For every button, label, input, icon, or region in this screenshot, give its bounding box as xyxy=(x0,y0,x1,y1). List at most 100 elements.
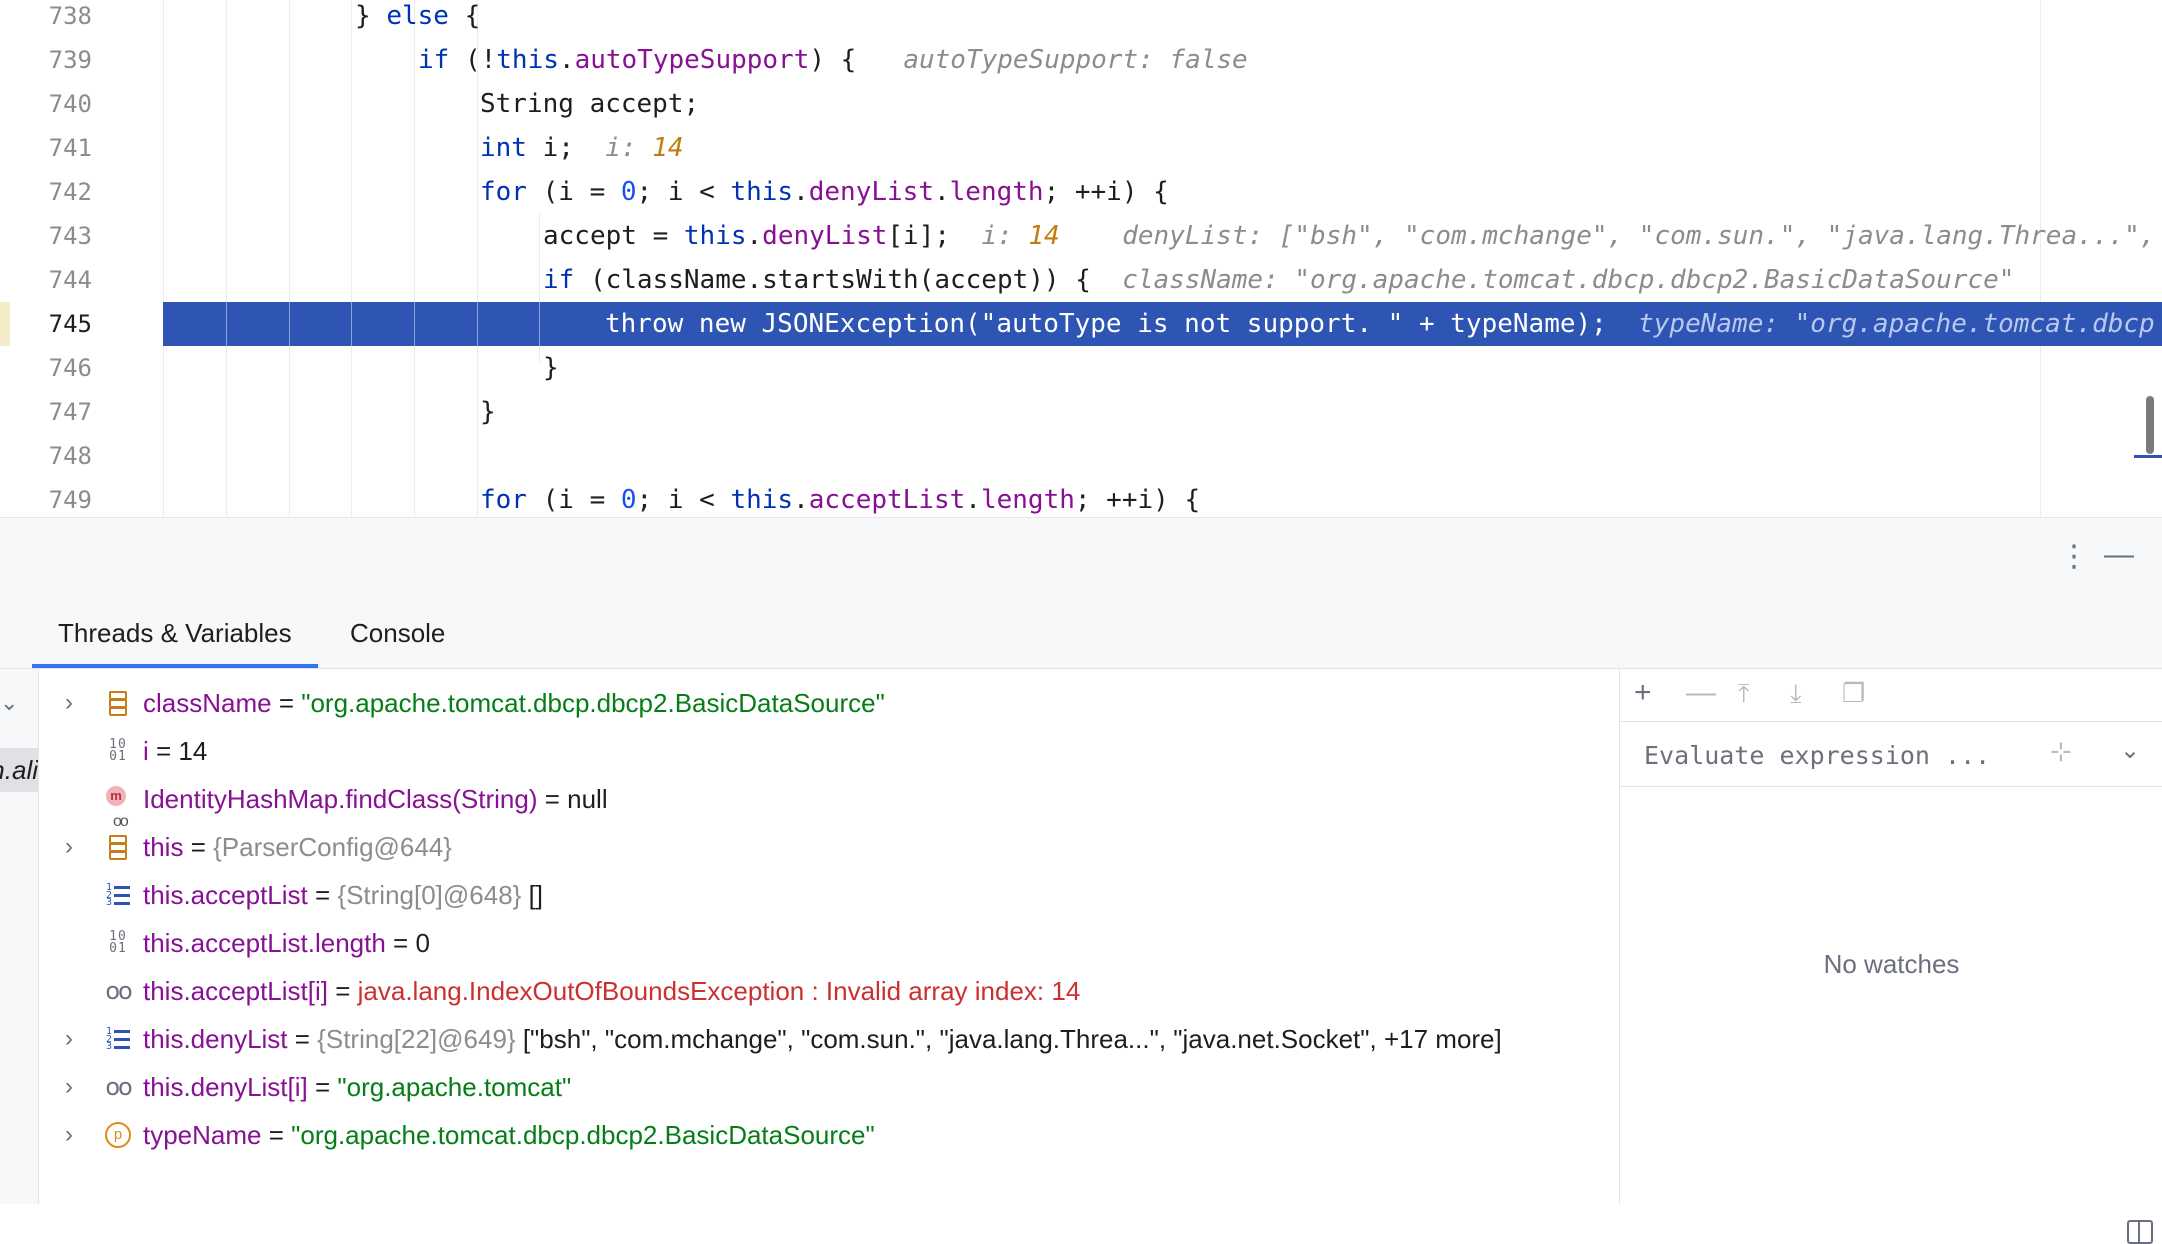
variable-name: this xyxy=(143,832,184,862)
code-line-741[interactable]: int i; i: 14 xyxy=(480,126,684,170)
variable-row[interactable]: 123 this.acceptList = {String[0]@648} [] xyxy=(39,871,1619,919)
code-line-739[interactable]: if (!this.autoTypeSupport) { autoTypeSup… xyxy=(418,38,1248,82)
variable-row[interactable]: › 123 this.denyList = {String[22]@649} [… xyxy=(39,1015,1619,1063)
code-line-749[interactable]: for (i = 0; i < this.acceptList.length; … xyxy=(480,478,1200,517)
indent-guide xyxy=(351,302,352,346)
indent-guide xyxy=(163,0,164,517)
variable-equals: = xyxy=(271,688,302,718)
variable-equals: = xyxy=(261,1120,292,1150)
inline-value-hint: typeName: "org.apache.tomcat.dbcp xyxy=(1638,309,2155,339)
variable-row[interactable]: › className = "org.apache.tomcat.dbcp.db… xyxy=(39,679,1619,727)
variable-value: 14 xyxy=(178,736,208,766)
selected-frame[interactable]: n.ali xyxy=(0,748,38,792)
copy-icon[interactable]: ❐ xyxy=(1842,677,1865,709)
line-number[interactable]: 743 xyxy=(20,214,92,258)
line-number[interactable]: 739 xyxy=(20,38,92,82)
code-line-742[interactable]: for (i = 0; i < this.denyList.length; ++… xyxy=(480,170,1169,214)
variable-row[interactable]: › this = {ParserConfig@644} xyxy=(39,823,1619,871)
code-line-743[interactable]: accept = this.denyList[i]; i: 14 denyLis… xyxy=(543,214,2155,258)
code-editor[interactable]: 738 739 740 741 742 743 744 745 746 747 … xyxy=(0,0,2162,518)
variables-tree[interactable]: › className = "org.apache.tomcat.dbcp.db… xyxy=(39,669,1619,1204)
current-line-marker xyxy=(0,302,10,346)
indent-guide xyxy=(414,0,415,517)
chevron-right-icon[interactable]: › xyxy=(65,1015,87,1063)
code-token: { xyxy=(448,1,481,31)
code-token: [i]; xyxy=(887,221,951,251)
line-number[interactable]: 747 xyxy=(20,390,92,434)
code-number: 0 xyxy=(620,485,637,515)
variable-name: typeName xyxy=(143,1120,262,1150)
tab-console[interactable]: Console xyxy=(324,598,471,668)
code-token: } xyxy=(355,1,387,31)
inline-value-hint: i: xyxy=(605,133,637,163)
vertical-ellipsis-icon[interactable]: ⋮ xyxy=(2059,542,2089,572)
variable-name: this.denyList xyxy=(143,1024,288,1054)
chevron-right-icon[interactable]: › xyxy=(65,1111,87,1159)
line-number[interactable]: 744 xyxy=(20,258,92,302)
no-watches-label: No watches xyxy=(1823,949,1960,979)
variable-equals: = xyxy=(385,928,416,958)
code-line-746[interactable]: } xyxy=(543,346,559,390)
line-number[interactable]: 746 xyxy=(20,346,92,390)
list-icon: 123 xyxy=(105,882,131,908)
line-number[interactable]: 738 xyxy=(20,0,92,38)
variable-row[interactable]: 10 01 this.acceptList.length = 0 xyxy=(39,919,1619,967)
code-keyword: this xyxy=(683,221,747,251)
debug-tool-header: ⋮ — xyxy=(0,518,2162,598)
move-down-icon[interactable]: ⤓ xyxy=(1790,677,1802,709)
variable-equals: = xyxy=(287,1024,318,1054)
code-line-740[interactable]: String accept; xyxy=(480,82,699,126)
variable-row[interactable]: 10 01 i = 14 xyxy=(39,727,1619,775)
code-token: . xyxy=(965,485,981,515)
list-icon: 123 xyxy=(105,1026,131,1052)
variable-value: 0 xyxy=(415,928,430,958)
chevron-down-icon[interactable]: ⌄ xyxy=(0,690,18,716)
chevron-right-icon[interactable]: › xyxy=(65,823,87,871)
layout-split-icon[interactable] xyxy=(2127,1220,2153,1244)
add-to-watches-icon[interactable]: ⊹ xyxy=(2050,736,2072,767)
right-margin-guide xyxy=(2040,0,2041,517)
indent-guide xyxy=(226,302,227,346)
variable-value: ["bsh", "com.mchange", "com.sun.", "java… xyxy=(515,1024,1502,1054)
code-token: accept = xyxy=(543,221,684,251)
evaluate-expression-input[interactable] xyxy=(1642,734,2026,776)
code-line-747[interactable]: } xyxy=(480,390,496,434)
variable-row[interactable]: › p typeName = "org.apache.tomcat.dbcp.d… xyxy=(39,1111,1619,1159)
variable-row[interactable]: m oo IdentityHashMap.findClass(String) = … xyxy=(39,775,1619,830)
remove-watch-icon[interactable]: — xyxy=(1686,677,1716,709)
line-number[interactable]: 741 xyxy=(20,126,92,170)
line-number[interactable]: 749 xyxy=(20,478,92,517)
variable-equals: = xyxy=(327,976,358,1006)
line-gutter[interactable]: 738 739 740 741 742 743 744 745 746 747 … xyxy=(0,0,130,517)
line-number[interactable]: 742 xyxy=(20,170,92,214)
chevron-right-icon[interactable]: › xyxy=(65,1063,87,1111)
inline-value-hint: i: xyxy=(981,221,1013,251)
tab-threads-variables[interactable]: Threads & Variables xyxy=(32,598,318,668)
line-number-current[interactable]: 745 xyxy=(20,302,92,346)
code-token: i; xyxy=(526,133,574,163)
variable-equals: = xyxy=(183,832,214,862)
code-token: } xyxy=(480,397,496,427)
code-token: . xyxy=(793,485,809,515)
inline-value-hint: denyList: ["bsh", "com.mchange", "com.su… xyxy=(1122,221,2156,251)
variable-value: "org.apache.tomcat.dbcp.dbcp2.BasicDataS… xyxy=(291,1120,875,1150)
code-keyword: else xyxy=(386,1,449,31)
evaluate-expression-box: ⊹ ⌄ xyxy=(1620,721,2162,787)
watches-toolbar: + — ⤒ ⤓ ❐ xyxy=(1620,669,2162,719)
code-line-744[interactable]: if (className.startsWith(accept)) { clas… xyxy=(543,258,2014,302)
add-watch-icon[interactable]: + xyxy=(1634,677,1652,709)
inline-value-hint: autoTypeSupport: false xyxy=(903,45,1248,75)
code-token: . xyxy=(558,45,575,75)
chevron-right-icon[interactable]: › xyxy=(65,679,87,727)
move-up-icon[interactable]: ⤒ xyxy=(1738,677,1750,709)
code-line-738[interactable]: } else { xyxy=(355,0,480,38)
line-number[interactable]: 740 xyxy=(20,82,92,126)
variable-row[interactable]: oo this.acceptList[i] = java.lang.IndexO… xyxy=(39,967,1619,1015)
line-number[interactable]: 748 xyxy=(20,434,92,478)
code-line-745[interactable]: throw new JSONException("autoType is not… xyxy=(605,302,2155,346)
watches-panel[interactable]: + — ⤒ ⤓ ❐ ⊹ ⌄ No watches xyxy=(1619,669,2162,1204)
chevron-down-icon[interactable]: ⌄ xyxy=(2120,736,2140,765)
editor-scrollbar-thumb[interactable] xyxy=(2146,396,2154,454)
minimize-icon[interactable]: — xyxy=(2104,540,2134,570)
variable-row[interactable]: › oo this.denyList[i] = "org.apache.tomc… xyxy=(39,1063,1619,1111)
